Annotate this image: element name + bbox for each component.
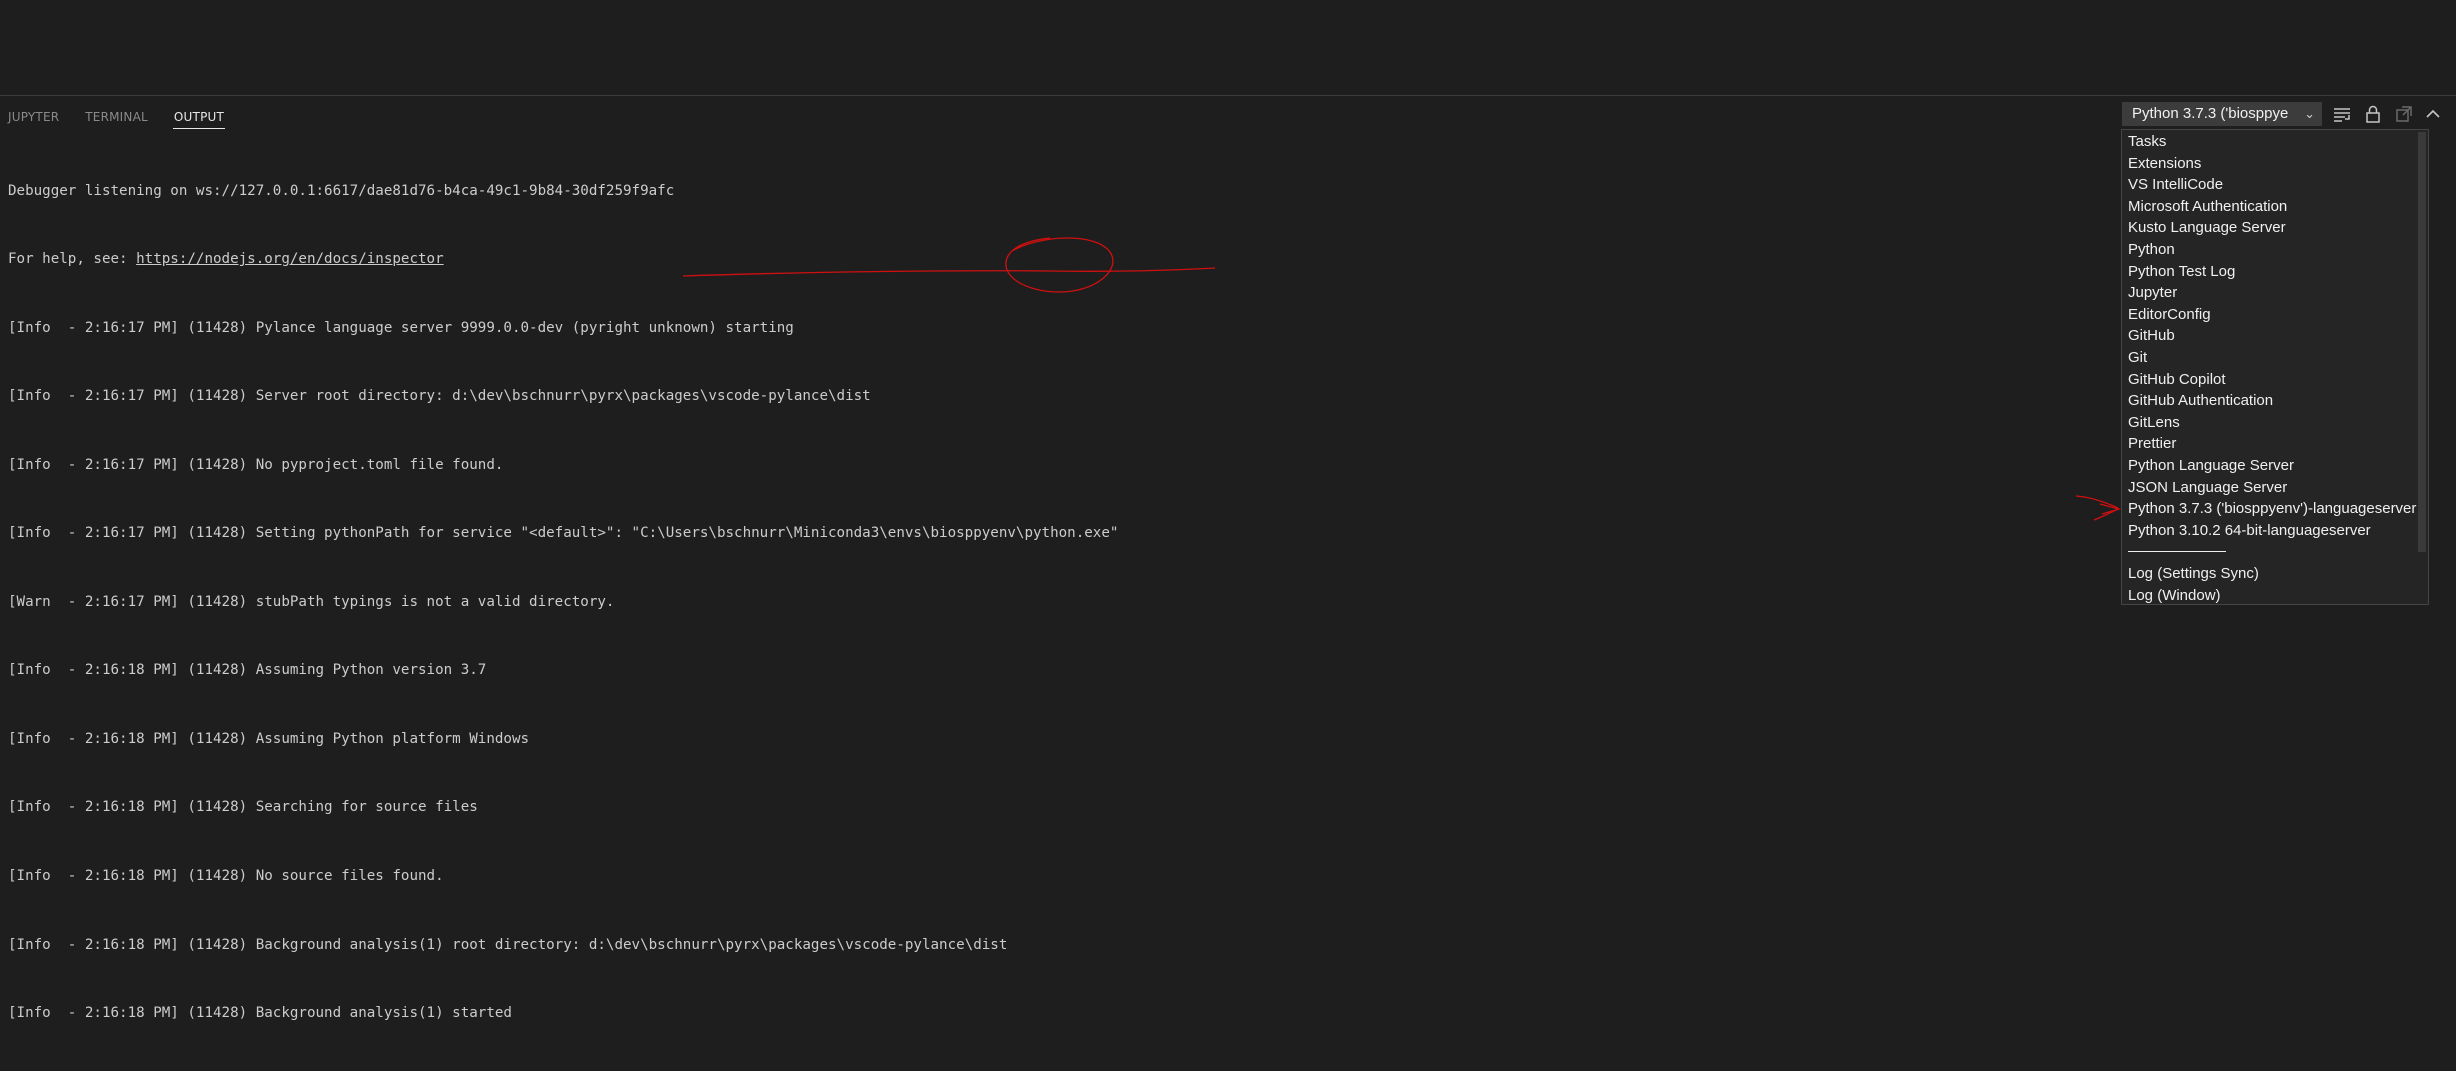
channel-option[interactable]: VS IntelliCode bbox=[2128, 174, 2223, 196]
channel-option[interactable]: EditorConfig bbox=[2128, 304, 2211, 326]
editor-area bbox=[0, 0, 2456, 96]
log-line: Debugger listening on ws://127.0.0.1:661… bbox=[8, 182, 675, 199]
channel-option[interactable]: GitLens bbox=[2128, 412, 2180, 434]
log-line: [Info - 2:16:18 PM] (11428) No source fi… bbox=[8, 868, 444, 884]
channel-option[interactable]: GitHub Copilot bbox=[2128, 369, 2226, 391]
open-editor-icon[interactable] bbox=[2393, 104, 2415, 124]
python-path-value: "C:\Users\bschnurr\Miniconda3\envs\biosp… bbox=[631, 525, 1119, 542]
channel-option[interactable]: Python 3.10.2 64-bit-languageserver bbox=[2128, 520, 2371, 542]
channel-option[interactable]: Python Test Log bbox=[2128, 261, 2235, 283]
channel-option[interactable]: Git bbox=[2128, 347, 2147, 369]
channel-option[interactable]: Tasks bbox=[2128, 131, 2166, 153]
inspector-docs-link[interactable]: https://nodejs.org/en/docs/inspector bbox=[136, 251, 444, 267]
channel-option[interactable]: GitHub Authentication bbox=[2128, 390, 2273, 412]
channel-option[interactable]: Log (Settings Sync) bbox=[2128, 563, 2259, 585]
channel-option[interactable]: Kusto Language Server bbox=[2128, 217, 2286, 239]
lock-icon[interactable] bbox=[2362, 104, 2384, 124]
log-line: [Info - 2:16:18 PM] (11428) Background a… bbox=[8, 936, 1008, 953]
channel-option[interactable]: GitHub bbox=[2128, 325, 2175, 347]
clear-output-icon[interactable] bbox=[2331, 104, 2353, 124]
log-line: [Info - 2:16:18 PM] (11428) Searching fo… bbox=[8, 799, 478, 816]
panel-tabs: JUPYTER TERMINAL OUTPUT bbox=[7, 110, 226, 129]
channel-option[interactable]: Extensions bbox=[2128, 153, 2201, 175]
output-log: Debugger listening on ws://127.0.0.1:661… bbox=[8, 134, 1118, 1071]
channel-option[interactable]: Log (Window) bbox=[2128, 585, 2221, 604]
bottom-panel: JUPYTER TERMINAL OUTPUT Debugger listeni… bbox=[0, 96, 2456, 1021]
channel-option[interactable]: JSON Language Server bbox=[2128, 477, 2287, 499]
log-line: For help, see: https://nodejs.org/en/doc… bbox=[8, 248, 1118, 271]
dropdown-separator bbox=[2128, 551, 2226, 552]
log-line: [Info - 2:16:17 PM] (11428) Pylance lang… bbox=[8, 319, 794, 336]
log-text: [Info - 2:16:17 PM] (11428) Setting pyth… bbox=[8, 525, 632, 542]
channel-option[interactable]: Microsoft Authentication bbox=[2128, 196, 2287, 218]
output-channel-select[interactable]: Python 3.7.3 ('biosppye ⌄ bbox=[2122, 102, 2322, 126]
output-channel-dropdown: Tasks Extensions VS IntelliCode Microsof… bbox=[2121, 129, 2429, 605]
log-line: [Info - 2:16:18 PM] (11428) Background a… bbox=[8, 1005, 512, 1022]
dropdown-scrollbar[interactable] bbox=[2418, 132, 2426, 552]
channel-option[interactable]: Python Language Server bbox=[2128, 455, 2294, 477]
tab-jupyter[interactable]: JUPYTER bbox=[7, 110, 60, 129]
tab-terminal[interactable]: TERMINAL bbox=[84, 110, 149, 129]
chevron-up-icon[interactable] bbox=[2422, 104, 2444, 124]
log-text: For help, see: bbox=[8, 251, 137, 268]
log-line: [Info - 2:16:18 PM] (11428) Assuming Pyt… bbox=[8, 730, 530, 747]
tab-output[interactable]: OUTPUT bbox=[172, 110, 226, 129]
log-line: [Warn - 2:16:17 PM] (11428) stubPath typ… bbox=[8, 593, 615, 610]
output-channel-value: Python 3.7.3 ('biosppye bbox=[2132, 105, 2289, 122]
log-line: [Info - 2:16:17 PM] (11428) No pyproject… bbox=[8, 456, 504, 473]
channel-option[interactable]: Python bbox=[2128, 239, 2175, 261]
chevron-down-icon: ⌄ bbox=[2304, 106, 2315, 121]
channel-option[interactable]: Jupyter bbox=[2128, 282, 2177, 304]
log-line: [Info - 2:16:18 PM] (11428) Assuming Pyt… bbox=[8, 662, 487, 679]
channel-option-selected[interactable]: Python 3.7.3 ('biosppyenv')-languageserv… bbox=[2128, 498, 2416, 520]
log-line: [Info - 2:16:17 PM] (11428) Setting pyth… bbox=[8, 522, 1118, 545]
log-line: [Info - 2:16:17 PM] (11428) Server root … bbox=[8, 388, 871, 405]
channel-option[interactable]: Prettier bbox=[2128, 433, 2176, 455]
